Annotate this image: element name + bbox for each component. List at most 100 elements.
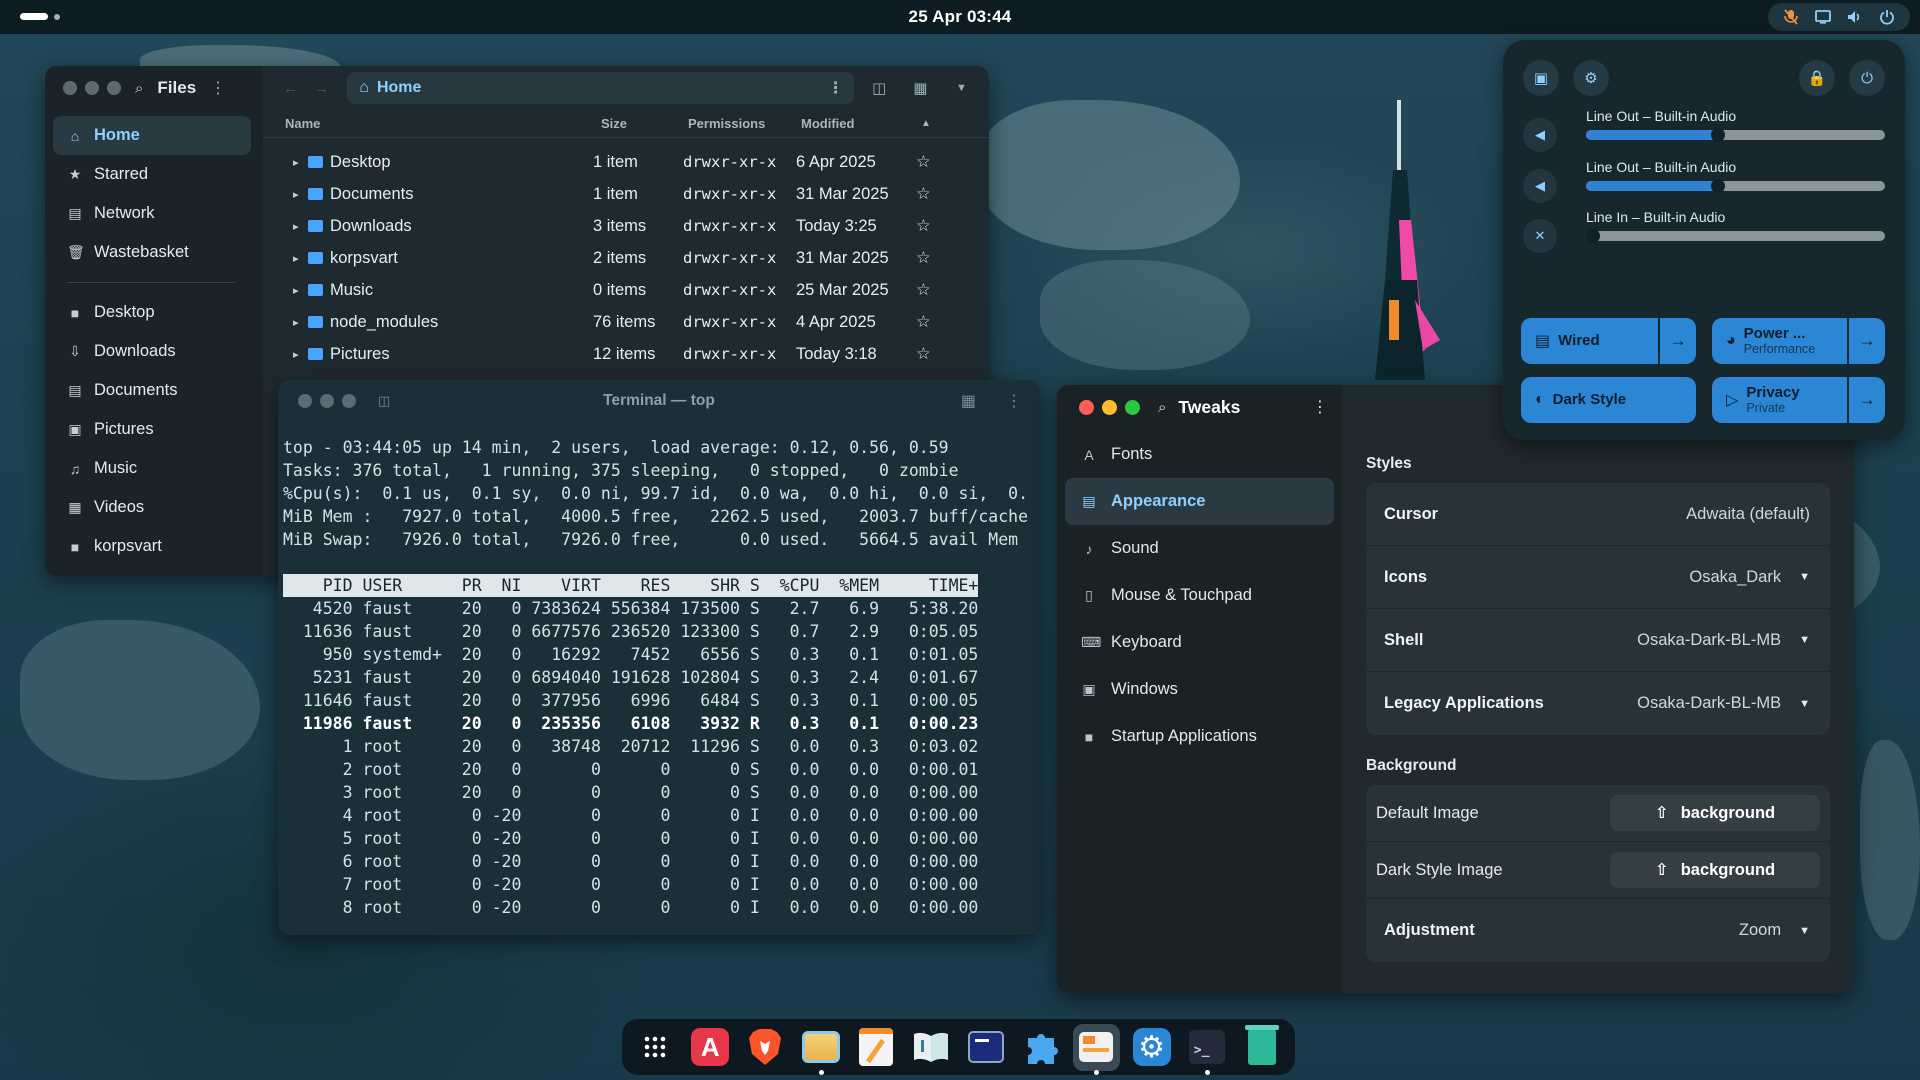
forward-icon[interactable]: → [306, 72, 337, 104]
screenshot-icon[interactable]: ▣ [1523, 60, 1559, 96]
slider-track[interactable] [1586, 229, 1885, 243]
path-bar[interactable]: ⌂ Home ⋮ [347, 72, 854, 104]
slider-knob[interactable] [1710, 179, 1725, 193]
column-permissions[interactable]: Permissions [688, 116, 801, 131]
column-modified[interactable]: Modified [801, 116, 921, 131]
sidebar-item-home[interactable]: ⌂ Home [53, 116, 251, 155]
audio-slider[interactable]: ✕ Line In – Built-in Audio [1523, 209, 1885, 257]
star-icon[interactable]: ☆ [916, 216, 946, 236]
expand-icon[interactable]: ▸ [293, 188, 301, 201]
chevron-down-icon[interactable]: ▼ [946, 72, 977, 104]
table-row[interactable]: ▸ Documents 1 item drwxr-xr-x 31 Mar 2025 ☆ [263, 178, 989, 210]
chevron-down-icon[interactable]: ▼ [1799, 571, 1810, 583]
nav-item-startup-applications[interactable]: ■ Startup Applications [1057, 713, 1342, 760]
expand-icon[interactable]: ▸ [293, 156, 301, 169]
app-store-icon[interactable]: A [687, 1024, 733, 1071]
tweaks-icon[interactable] [1073, 1023, 1120, 1075]
expand-icon[interactable]: ▸ [293, 284, 301, 297]
star-icon[interactable]: ☆ [916, 184, 946, 204]
column-size[interactable]: Size [601, 116, 688, 131]
table-row[interactable]: ▸ Downloads 3 items drwxr-xr-x Today 3:25 ☆ [263, 210, 989, 242]
close-button[interactable] [1079, 399, 1094, 415]
workspace-dot[interactable] [54, 13, 60, 20]
settings-icon[interactable]: ⚙ [1573, 60, 1609, 96]
sidebar-item-documents[interactable]: ▤ Documents [45, 371, 263, 410]
power-mode-button[interactable]: ◕ Power ... Performance [1712, 318, 1847, 364]
speaker-icon[interactable]: ◀ [1523, 169, 1557, 203]
menu-icon[interactable]: ⋮ [1006, 391, 1022, 411]
table-row[interactable]: ▸ Music 0 items drwxr-xr-x 25 Mar 2025 ☆ [263, 274, 989, 306]
table-row[interactable]: ▸ Pictures 12 items drwxr-xr-x Today 3:18 ☆ [263, 338, 989, 370]
brave-icon[interactable] [742, 1024, 788, 1071]
terminal-app-icon[interactable] [963, 1024, 1009, 1071]
nav-item-sound[interactable]: ♪ Sound [1057, 525, 1342, 572]
extensions-icon[interactable] [1018, 1024, 1064, 1071]
sidebar-item-pictures[interactable]: ▣ Pictures [45, 410, 263, 449]
slider-track[interactable] [1586, 179, 1885, 193]
top-output[interactable]: top - 03:44:05 up 14 min, 2 users, load … [278, 422, 1040, 919]
power-arrow-icon[interactable]: → [1847, 318, 1885, 364]
star-icon[interactable]: ☆ [916, 152, 946, 172]
close-button[interactable] [63, 81, 77, 95]
expand-icon[interactable]: ▸ [293, 348, 301, 361]
wired-button[interactable]: ▤ Wired [1521, 318, 1658, 364]
wired-toggle[interactable]: ▤ Wired → [1521, 318, 1696, 364]
files-icon[interactable] [798, 1024, 844, 1075]
nav-item-mouse-touchpad[interactable]: ▯ Mouse & Touchpad [1057, 572, 1342, 619]
sidebar-item-desktop[interactable]: ■ Desktop [45, 293, 263, 332]
menu-icon[interactable]: ⋮ [210, 78, 226, 98]
tab-overview-icon[interactable]: ▦ [961, 391, 976, 411]
maximize-button[interactable] [1125, 399, 1140, 415]
slider-knob[interactable] [1586, 229, 1600, 243]
nav-item-appearance[interactable]: ▤ Appearance [1065, 478, 1334, 525]
minimize-button[interactable] [1102, 399, 1117, 415]
chevron-down-icon[interactable]: ▼ [1799, 698, 1810, 710]
expand-icon[interactable]: ▸ [293, 220, 301, 233]
style-row-cursor[interactable]: Cursor Adwaita (default) [1366, 483, 1830, 546]
style-row-icons[interactable]: Icons Osaka_Dark ▼ [1366, 546, 1830, 609]
search-icon[interactable]: ⌕ [1158, 399, 1166, 416]
active-workspace[interactable] [20, 13, 48, 20]
sort-icon[interactable]: ▲ [921, 118, 931, 129]
star-icon[interactable]: ☆ [916, 248, 946, 268]
nav-item-keyboard[interactable]: ⌨ Keyboard [1057, 619, 1342, 666]
minimize-button[interactable] [85, 81, 99, 95]
new-folder-icon[interactable]: ◫ [864, 72, 895, 104]
search-icon[interactable]: ⌕ [135, 80, 143, 97]
table-row[interactable]: ▸ Desktop 1 item drwxr-xr-x 6 Apr 2025 ☆ [263, 146, 989, 178]
nav-item-fonts[interactable]: A Fonts [1057, 431, 1342, 478]
window-controls[interactable] [1079, 399, 1140, 415]
sidebar-item-wastebasket[interactable]: 🗑 Wastebasket [45, 233, 263, 272]
audio-slider[interactable]: ◀ Line Out – Built-in Audio [1523, 108, 1885, 156]
privacy-toggle[interactable]: ▷ Privacy Private → [1712, 377, 1885, 423]
star-icon[interactable]: ☆ [916, 344, 946, 364]
path-menu-icon[interactable]: ⋮ [828, 78, 854, 98]
power-mode-toggle[interactable]: ◕ Power ... Performance → [1712, 318, 1885, 364]
book-reader-icon[interactable] [908, 1024, 954, 1071]
chevron-down-icon[interactable]: ▼ [1799, 634, 1810, 646]
screen-icon[interactable] [1808, 5, 1838, 29]
text-editor-icon[interactable] [853, 1024, 899, 1071]
slider-knob[interactable] [1710, 128, 1725, 142]
mic-muted-icon[interactable]: ✕ [1523, 219, 1557, 253]
maximize-button[interactable] [107, 81, 121, 95]
column-name[interactable]: Name [285, 116, 601, 131]
sidebar-item-music[interactable]: ♫ Music [45, 449, 263, 488]
privacy-arrow-icon[interactable]: → [1847, 377, 1885, 423]
star-icon[interactable]: ☆ [916, 280, 946, 300]
sidebar-item-videos[interactable]: ▦ Videos [45, 488, 263, 527]
trash-app-icon[interactable] [1239, 1024, 1285, 1071]
sidebar-item-downloads[interactable]: ⇩ Downloads [45, 332, 263, 371]
clock[interactable]: 25 Apr 03:44 [909, 7, 1012, 27]
expand-icon[interactable]: ▸ [293, 252, 301, 265]
sidebar-item-network[interactable]: ▤ Network [45, 194, 263, 233]
expand-icon[interactable]: ▸ [293, 316, 301, 329]
back-icon[interactable]: ← [275, 72, 306, 104]
system-tray[interactable] [1768, 3, 1910, 31]
window-controls[interactable] [63, 81, 121, 95]
grid-view-icon[interactable]: ▦ [905, 72, 936, 104]
sidebar-item-korpsvart[interactable]: ■ korpsvart [45, 527, 263, 566]
lock-icon[interactable]: 🔒 [1799, 60, 1835, 96]
star-icon[interactable]: ☆ [916, 312, 946, 332]
sidebar-item-starred[interactable]: ★ Starred [45, 155, 263, 194]
